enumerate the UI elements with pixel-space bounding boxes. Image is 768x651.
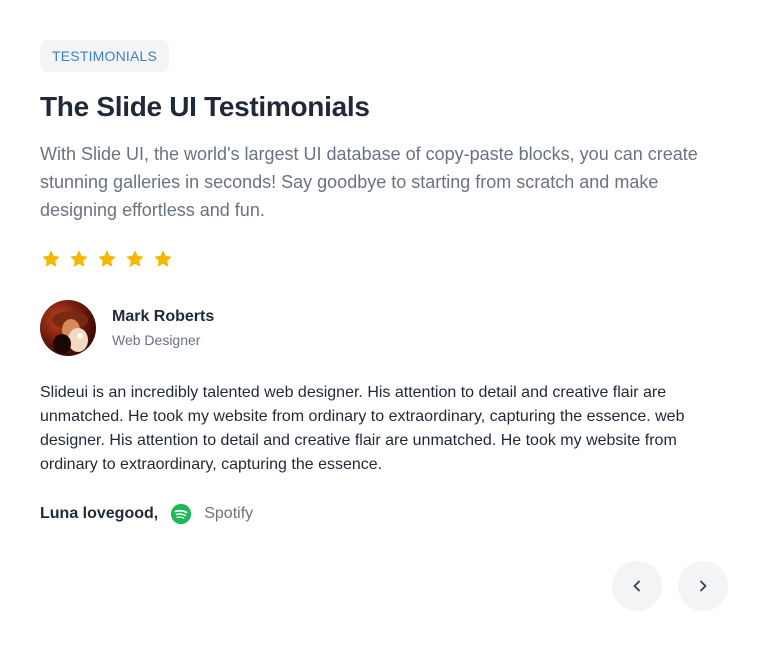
section-badge: TESTIMONIALS xyxy=(40,40,170,72)
chevron-left-icon xyxy=(633,580,640,592)
star-icon xyxy=(126,250,144,267)
carousel-nav xyxy=(612,561,728,611)
star-icon xyxy=(42,250,60,267)
spotify-icon xyxy=(171,503,192,525)
avatar xyxy=(40,300,96,356)
testimonial-source: Luna lovegood, Spotify xyxy=(40,502,728,526)
page-title: The Slide UI Testimonials xyxy=(40,91,370,122)
next-button[interactable] xyxy=(678,561,728,611)
testimonial-section: TESTIMONIALS The Slide UI Testimonials W… xyxy=(40,40,728,526)
star-icon xyxy=(154,250,172,267)
author-block: Mark Roberts Web Designer xyxy=(40,300,728,356)
prev-button[interactable] xyxy=(612,561,662,611)
star-icon xyxy=(70,250,88,267)
source-brand: Spotify xyxy=(204,505,254,522)
section-description: With Slide UI, the world's largest UI da… xyxy=(40,144,698,220)
source-person: Luna lovegood, xyxy=(40,505,159,522)
star-icon xyxy=(98,250,116,267)
testimonial-quote: Slideui is an incredibly talented web de… xyxy=(40,384,685,473)
author-role: Web Designer xyxy=(112,332,201,348)
chevron-right-icon xyxy=(700,580,707,592)
rating-stars xyxy=(40,248,728,270)
author-name: Mark Roberts xyxy=(112,308,215,325)
